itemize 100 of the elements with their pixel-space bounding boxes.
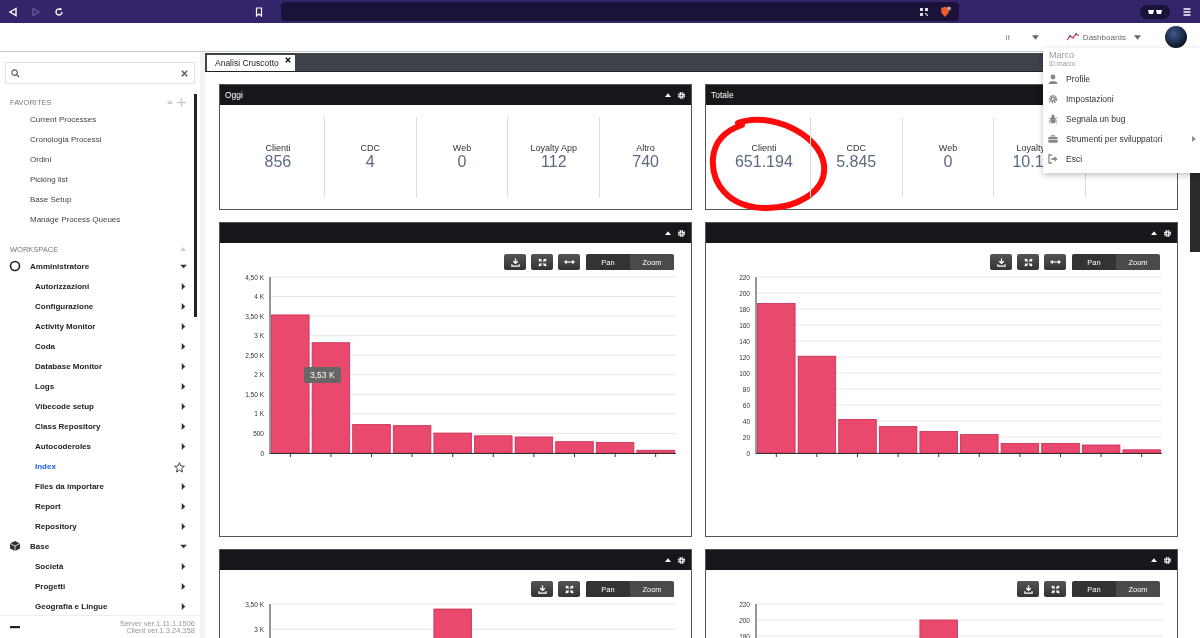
menu-item[interactable]: Progetti: [35, 581, 180, 591]
caret-icon[interactable]: [180, 402, 187, 410]
settings-icon[interactable]: [677, 228, 686, 238]
settings-icon[interactable]: [677, 90, 686, 100]
collapse-icon[interactable]: [665, 231, 671, 235]
caret-icon[interactable]: [180, 502, 187, 510]
menu-group[interactable]: Base: [30, 541, 180, 551]
collapse-icon[interactable]: [665, 558, 671, 562]
caret-icon[interactable]: [180, 562, 187, 570]
settings-icon[interactable]: [677, 555, 686, 565]
collapse-icon[interactable]: [665, 93, 671, 97]
scrollbar[interactable]: [194, 94, 197, 317]
menu-item[interactable]: Database Monitor: [35, 361, 180, 371]
favorite-link[interactable]: Manage Process Queues: [0, 210, 200, 230]
menu-item[interactable]: Segnala un bug: [1043, 109, 1200, 129]
dashboards-button[interactable]: Dashboards: [1066, 32, 1141, 42]
close-icon[interactable]: [180, 68, 189, 78]
bar: [878, 426, 918, 454]
caret-icon[interactable]: [180, 602, 187, 610]
favorite-link[interactable]: Base Setup: [0, 190, 200, 210]
fullscreen-button[interactable]: [1017, 254, 1039, 270]
expand-icon: [1023, 257, 1033, 267]
caret-icon[interactable]: [180, 302, 187, 310]
expand-icon: [1050, 584, 1060, 594]
qr-code-icon[interactable]: [919, 6, 929, 17]
menu-group[interactable]: Amministratore: [30, 261, 180, 271]
settings-icon[interactable]: [1163, 228, 1172, 238]
caret-icon[interactable]: [180, 422, 187, 430]
panel-title: Totale: [711, 90, 734, 100]
caret-icon[interactable]: [1031, 34, 1039, 40]
caret-icon[interactable]: [180, 542, 187, 550]
reload-icon[interactable]: [54, 6, 64, 17]
menu-item[interactable]: Società: [35, 561, 180, 571]
download-button[interactable]: [990, 254, 1012, 270]
bar: [555, 441, 594, 454]
tab[interactable]: Analisi Cruscotto: [207, 55, 295, 71]
caret-icon[interactable]: [180, 522, 187, 530]
fullscreen-button[interactable]: [531, 254, 553, 270]
favorite-link[interactable]: Ordini: [0, 150, 200, 170]
menu-item[interactable]: Configurazione: [35, 301, 180, 311]
fit-width-button[interactable]: [558, 254, 580, 270]
caret-icon[interactable]: [180, 342, 187, 350]
stat-value: 0: [943, 153, 953, 171]
double-arrow-icon: [1049, 259, 1061, 265]
collapse-icon[interactable]: [1151, 558, 1157, 562]
menu-item[interactable]: Vibecode setup: [35, 401, 180, 411]
caret-icon[interactable]: [180, 382, 187, 390]
menu-item[interactable]: Coda: [35, 341, 180, 351]
menu-item[interactable]: Index: [35, 461, 174, 471]
menu-item[interactable]: Geografia e Lingue: [35, 601, 180, 611]
avatar[interactable]: [1165, 26, 1187, 48]
collapse-icon[interactable]: [1151, 231, 1157, 235]
favorite-link[interactable]: Picking list: [0, 170, 200, 190]
menu-item[interactable]: Activity Monitor: [35, 321, 180, 331]
close-icon[interactable]: [284, 57, 291, 63]
expand-icon: [564, 584, 574, 594]
download-button[interactable]: [504, 254, 526, 270]
minus-icon[interactable]: [10, 625, 20, 629]
language-selector[interactable]: it: [1005, 32, 1010, 42]
menu-item[interactable]: Impostazioni: [1043, 89, 1200, 109]
menu-item[interactable]: Strumenti per sviluppatori: [1043, 129, 1200, 149]
glasses-icon[interactable]: [1140, 4, 1170, 19]
menu-item[interactable]: Class Repository: [35, 421, 180, 431]
bar: [433, 608, 472, 638]
caret-icon[interactable]: [180, 282, 187, 290]
caret-icon[interactable]: [180, 582, 187, 590]
download-button[interactable]: [531, 581, 553, 597]
fullscreen-button[interactable]: [558, 581, 580, 597]
menu-icon[interactable]: [1182, 6, 1192, 17]
bookmark-icon[interactable]: [254, 6, 264, 17]
caret-icon[interactable]: [180, 322, 187, 330]
menu-item[interactable]: Repository: [35, 521, 180, 531]
search-field[interactable]: [5, 62, 195, 84]
fullscreen-button[interactable]: [1044, 581, 1066, 597]
menu-item[interactable]: Esci: [1043, 149, 1200, 169]
menu-item[interactable]: Logs: [35, 381, 180, 391]
caret-icon[interactable]: [180, 482, 187, 490]
favorite-link[interactable]: Cronologia Processi: [0, 130, 200, 150]
menu-item[interactable]: Files da importare: [35, 481, 180, 491]
back-icon[interactable]: [8, 6, 18, 17]
shield-icon[interactable]: [939, 5, 951, 18]
bar: [919, 619, 958, 638]
fit-width-button[interactable]: [1044, 254, 1066, 270]
favorite-link[interactable]: Current Processes: [0, 110, 200, 130]
menu-item[interactable]: Autorizzazioni: [35, 281, 180, 291]
menu-item[interactable]: Autocoderoles: [35, 441, 180, 451]
address-field[interactable]: [281, 2, 959, 21]
caret-icon[interactable]: [180, 442, 187, 450]
menu-item[interactable]: Report: [35, 501, 180, 511]
bar: [433, 432, 472, 454]
caret-icon[interactable]: [180, 262, 187, 270]
user-icon: [1048, 74, 1058, 84]
stat-label: Web: [452, 143, 472, 153]
download-button[interactable]: [1017, 581, 1039, 597]
settings-icon[interactable]: [1163, 555, 1172, 565]
star-icon[interactable]: [174, 462, 185, 473]
menu-item[interactable]: Profile: [1043, 69, 1200, 89]
download-icon: [510, 257, 520, 267]
toolbox-icon: [1048, 134, 1058, 144]
caret-icon[interactable]: [180, 362, 187, 370]
